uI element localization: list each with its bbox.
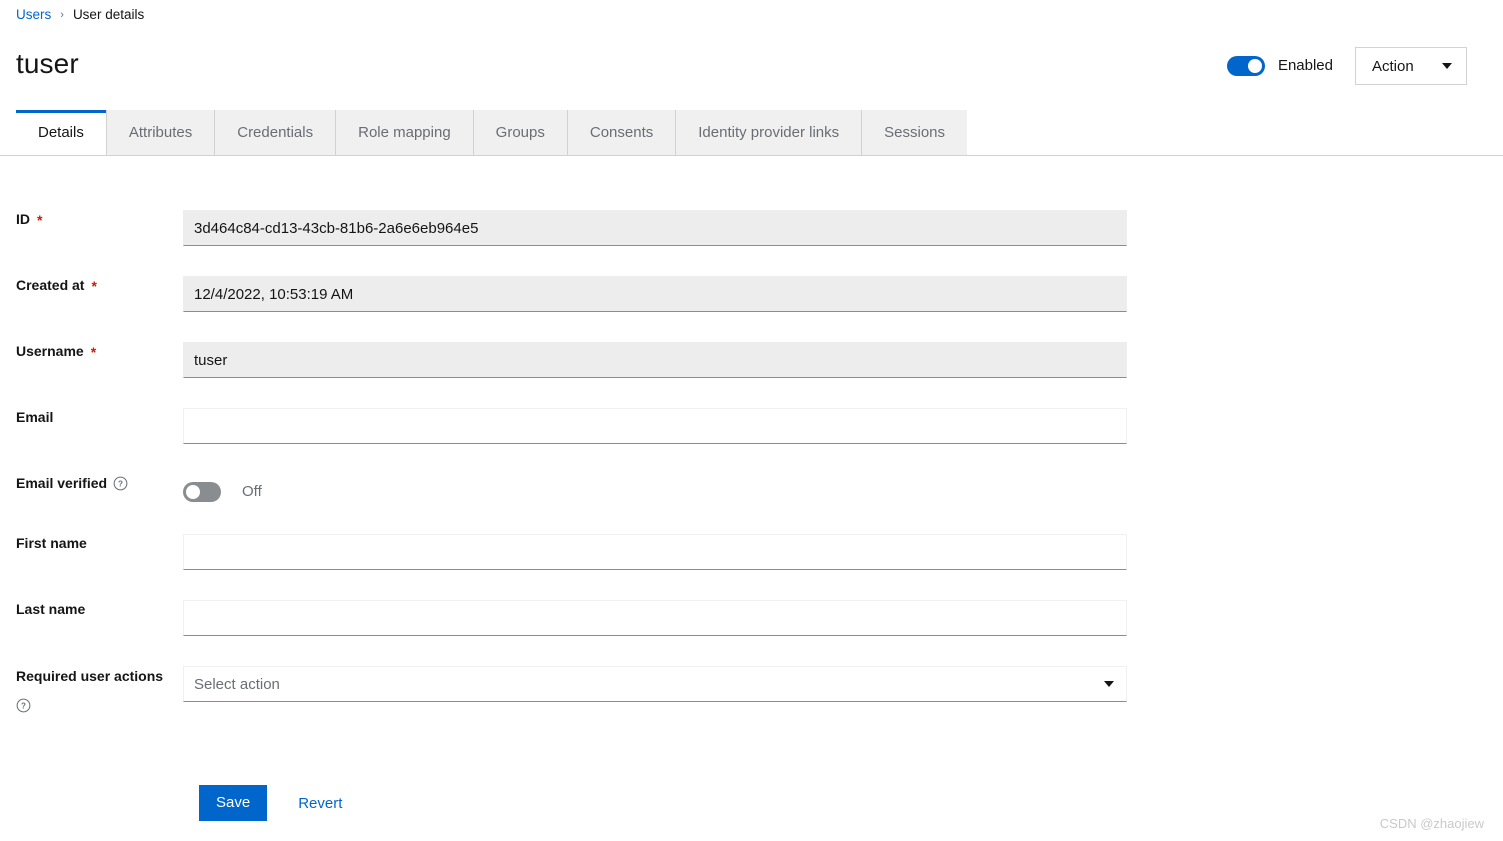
label-email-verified-text: Email verified <box>16 475 108 491</box>
tab-credentials[interactable]: Credentials <box>215 110 337 155</box>
tab-role-mapping-label: Role mapping <box>358 124 451 141</box>
revert-button[interactable]: Revert <box>283 785 357 821</box>
label-created-at: Created at * <box>0 276 183 295</box>
tab-list: Details Attributes Credentials Role mapp… <box>16 110 968 155</box>
control-id: 3d464c84-cd13-43cb-81b6-2a6e6eb964e5 <box>183 210 1127 246</box>
first-name-input[interactable] <box>183 534 1127 570</box>
control-email <box>183 408 1127 444</box>
label-first-name: First name <box>0 534 183 553</box>
enabled-switch-group: Enabled <box>1226 56 1333 76</box>
watermark: CSDN @zhaojiew <box>1379 816 1484 831</box>
label-last-name-text: Last name <box>16 601 86 617</box>
tab-attributes[interactable]: Attributes <box>106 110 216 155</box>
help-circle-icon[interactable]: ? <box>16 698 31 713</box>
required-marker-id: * <box>37 211 43 228</box>
svg-text:?: ? <box>118 480 123 489</box>
form-row-email: Email <box>0 408 1503 444</box>
tab-credentials-label: Credentials <box>237 124 314 141</box>
action-dropdown-button[interactable]: Action <box>1355 47 1467 85</box>
last-name-input[interactable] <box>183 600 1127 636</box>
required-marker-username: * <box>90 343 97 360</box>
control-last-name <box>183 600 1127 636</box>
tab-bar: Details Attributes Credentials Role mapp… <box>0 110 1503 156</box>
breadcrumb-link-users[interactable]: Users <box>16 6 51 24</box>
control-created-at: 12/4/2022, 10:53:19 AM <box>183 276 1127 312</box>
caret-down-icon <box>1442 63 1452 69</box>
label-username-text: Username <box>16 343 84 359</box>
label-first-name-text: First name <box>16 535 87 551</box>
email-input[interactable] <box>183 408 1127 444</box>
page-title: tuser <box>16 48 79 79</box>
control-required-user-actions: Select action <box>183 666 1127 702</box>
tab-attributes-label: Attributes <box>128 124 193 141</box>
label-required-user-actions-text: Required user actions <box>16 668 164 684</box>
tab-groups[interactable]: Groups <box>473 110 568 155</box>
tab-consents-label: Consents <box>589 124 654 141</box>
caret-down-icon <box>1104 681 1114 687</box>
help-circle-icon[interactable]: ? <box>113 476 128 491</box>
required-marker-created-at: * <box>91 277 97 294</box>
email-verified-state-label: Off <box>242 483 262 500</box>
form-row-first-name: First name <box>0 534 1503 570</box>
tab-sessions-label: Sessions <box>884 124 946 141</box>
tab-consents[interactable]: Consents <box>567 110 677 155</box>
enabled-switch-knob <box>1247 59 1262 73</box>
created-at-field[interactable]: 12/4/2022, 10:53:19 AM <box>183 276 1127 312</box>
label-id: ID * <box>0 210 183 229</box>
form-row-last-name: Last name <box>0 600 1503 636</box>
tab-details-label: Details <box>38 124 84 141</box>
label-last-name: Last name <box>0 600 183 619</box>
label-email-text: Email <box>16 409 54 425</box>
tab-identity-provider-links-label: Identity provider links <box>698 124 840 141</box>
required-user-actions-select[interactable]: Select action <box>183 666 1127 702</box>
tab-groups-label: Groups <box>495 124 545 141</box>
svg-text:?: ? <box>21 702 26 711</box>
control-first-name <box>183 534 1127 570</box>
form-actions: Save Revert <box>199 785 357 821</box>
tab-identity-provider-links[interactable]: Identity provider links <box>676 110 863 155</box>
tab-details[interactable]: Details <box>16 110 107 155</box>
label-created-at-text: Created at <box>16 277 85 293</box>
breadcrumb-separator-icon: › <box>60 9 64 21</box>
action-dropdown-label: Action <box>1372 57 1414 75</box>
email-verified-switch-knob <box>186 485 200 499</box>
form-row-id: ID * 3d464c84-cd13-43cb-81b6-2a6e6eb964e… <box>0 210 1503 246</box>
header-actions: Enabled Action <box>1226 47 1467 85</box>
email-verified-switch[interactable] <box>183 482 221 502</box>
tab-role-mapping[interactable]: Role mapping <box>336 110 474 155</box>
breadcrumb-current-user-details: User details <box>72 7 145 22</box>
control-email-verified: Off <box>183 474 1127 510</box>
form-row-username: Username * tuser <box>0 342 1503 378</box>
label-email: Email <box>0 408 183 427</box>
enabled-switch[interactable] <box>1226 56 1265 76</box>
email-verified-switch-group: Off <box>183 474 1127 510</box>
label-username: Username * <box>0 342 183 361</box>
label-email-verified: Email verified ? <box>0 474 183 493</box>
form-row-required-user-actions: Required user actions ? Select action <box>0 666 1503 713</box>
form-row-email-verified: Email verified ? Off <box>0 474 1503 510</box>
breadcrumb: Users › User details <box>16 6 144 24</box>
label-id-text: ID <box>16 211 30 227</box>
tab-sessions[interactable]: Sessions <box>862 110 968 155</box>
control-username: tuser <box>183 342 1127 378</box>
enabled-switch-label: Enabled <box>1277 57 1333 74</box>
id-field[interactable]: 3d464c84-cd13-43cb-81b6-2a6e6eb964e5 <box>183 210 1127 246</box>
username-field[interactable]: tuser <box>183 342 1127 378</box>
required-user-actions-placeholder: Select action <box>194 675 280 693</box>
page-header: tuser Enabled Action <box>0 32 1503 104</box>
form-row-created-at: Created at * 12/4/2022, 10:53:19 AM <box>0 276 1503 312</box>
label-required-user-actions: Required user actions ? <box>0 666 183 713</box>
save-button[interactable]: Save <box>199 785 268 821</box>
